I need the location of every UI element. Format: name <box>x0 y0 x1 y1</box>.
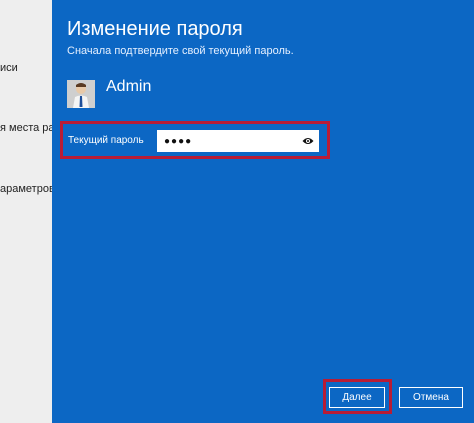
dialog-title: Изменение пароля <box>67 18 243 40</box>
change-password-dialog: Изменение пароля Сначала подтвердите сво… <box>52 0 474 423</box>
background-settings-panel: иси я места рабо араметров <box>0 0 60 423</box>
user-avatar <box>67 80 95 108</box>
background-text-3: араметров <box>0 183 55 195</box>
user-avatar-icon <box>67 80 95 108</box>
background-text-1: иси <box>0 62 18 74</box>
dialog-subtitle: Сначала подтвердите свой текущий пароль. <box>67 45 294 57</box>
eye-icon[interactable] <box>302 136 314 146</box>
background-text-2: я места рабо <box>0 122 60 134</box>
current-password-input[interactable]: ●●●● <box>157 130 319 152</box>
current-password-label: Текущий пароль <box>68 135 144 146</box>
cancel-button[interactable]: Отмена <box>399 387 463 408</box>
password-mask: ●●●● <box>164 135 193 147</box>
user-name: Admin <box>106 78 152 95</box>
next-button[interactable]: Далее <box>329 387 385 408</box>
